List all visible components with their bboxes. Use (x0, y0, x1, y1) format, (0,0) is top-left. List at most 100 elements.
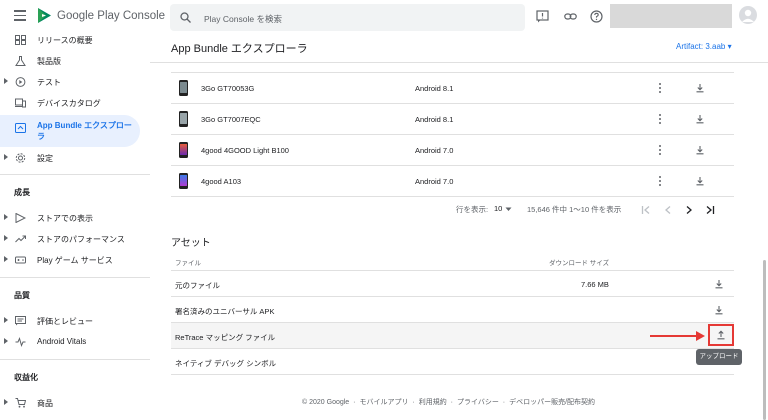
device-name: 4good A103 (201, 177, 242, 186)
table-row: 署名済みのユニバーサル APK (171, 297, 734, 323)
expand-caret-icon[interactable] (4, 78, 8, 84)
sidebar-item-ratings-reviews[interactable]: 評価とレビュー (0, 311, 140, 331)
section-title-growth: 成長 (14, 188, 30, 197)
artifact-selector[interactable]: Artifact: 3.aab ▾ (676, 42, 732, 51)
sidebar-item-settings[interactable]: 設定 (0, 148, 140, 168)
next-page-icon[interactable] (684, 205, 694, 215)
phone-image (179, 80, 188, 96)
device-name: 4good 4GOOD Light B100 (201, 146, 289, 155)
sidebar-item-label: デバイスカタログ (37, 99, 101, 108)
footer-separator: · (353, 399, 356, 406)
column-header-download-size: ダウンロード サイズ (549, 260, 610, 267)
asset-size: 7.66 MB (581, 280, 609, 289)
section-title-monetize: 収益化 (14, 373, 38, 382)
sidebar-item-label: 設定 (37, 154, 53, 163)
footer-separator: · (450, 399, 453, 406)
last-page-icon[interactable] (705, 205, 715, 215)
download-icon[interactable] (714, 305, 724, 315)
account-info-redacted (610, 4, 732, 28)
gear-icon (15, 153, 26, 163)
sidebar-item-testing[interactable]: テスト (0, 72, 140, 92)
download-icon[interactable] (695, 176, 705, 186)
phone-image (179, 173, 188, 189)
upload-button[interactable] (708, 324, 734, 346)
footer-link-dda[interactable]: デベロッパー販売/配布契約 (509, 399, 595, 406)
download-icon[interactable] (714, 279, 724, 289)
expand-caret-icon[interactable] (4, 338, 8, 344)
page-title: App Bundle エクスプローラ (171, 43, 308, 55)
rows-per-page-select[interactable]: 10 (494, 204, 502, 213)
download-icon[interactable] (695, 145, 705, 155)
sidebar-item-device-catalog[interactable]: デバイスカタログ (0, 93, 140, 113)
table-row: 4good A103 Android 7.0 (171, 166, 734, 197)
device-os: Android 8.1 (415, 84, 454, 93)
play-circle-icon (15, 77, 26, 87)
search-input[interactable]: Play Console を検索 (204, 13, 282, 25)
sidebar-item-app-bundle-explorer[interactable]: App Bundle エクスプローラ (0, 115, 140, 147)
footer-link-privacy[interactable]: プライバシー (457, 399, 499, 406)
sidebar-item-label: 商品 (37, 399, 53, 408)
expand-caret-icon[interactable] (4, 154, 8, 160)
help-icon[interactable] (590, 10, 603, 23)
search-icon (180, 12, 191, 23)
sidebar-item-store-presence[interactable]: ストアでの表示 (0, 208, 140, 228)
devices-icon (15, 98, 26, 108)
footer: © 2020 Google · モバイルアプリ · 利用規約 · プライバシー … (302, 397, 597, 407)
feedback-icon[interactable] (536, 10, 549, 23)
link-icon[interactable] (564, 10, 577, 23)
upload-tooltip: アップロード (696, 349, 742, 365)
sidebar-item-label: ストアでの表示 (37, 214, 93, 223)
menu-icon[interactable] (14, 10, 26, 21)
reviews-icon (15, 316, 26, 326)
more-vert-icon[interactable] (658, 114, 661, 125)
expand-caret-icon[interactable] (4, 256, 8, 262)
sidebar-item-label: リリースの概要 (37, 36, 93, 45)
table-row: ネイティブ デバッグ シンボル (171, 349, 734, 375)
sidebar-item-release-overview[interactable]: リリースの概要 (0, 30, 140, 50)
more-vert-icon[interactable] (658, 176, 661, 187)
sidebar-item-production[interactable]: 製品版 (0, 51, 140, 71)
first-page-icon[interactable] (641, 205, 651, 215)
copyright: © 2020 Google (302, 399, 350, 406)
column-header-file: ファイル (175, 260, 201, 267)
expand-caret-icon[interactable] (4, 235, 8, 241)
play-store-icon (15, 213, 26, 223)
footer-link-mobile-app[interactable]: モバイルアプリ (359, 399, 408, 406)
upload-icon (717, 330, 725, 340)
sidebar-divider (0, 359, 150, 360)
user-icon (742, 9, 754, 22)
expand-caret-icon[interactable] (4, 317, 8, 323)
search-bar[interactable]: Play Console を検索 (170, 4, 525, 31)
dropdown-arrow-icon[interactable] (505, 207, 512, 212)
grid-icon (15, 35, 26, 45)
more-vert-icon[interactable] (658, 83, 661, 94)
footer-link-terms[interactable]: 利用規約 (419, 399, 447, 406)
sidebar-item-label: テスト (37, 78, 61, 87)
cart-icon (15, 398, 26, 408)
sidebar-item-play-games-services[interactable]: Play ゲーム サービス (0, 250, 140, 270)
device-name: 3Go GT70053G (201, 84, 255, 93)
asset-name: 元のファイル (175, 281, 220, 290)
avatar[interactable] (739, 6, 757, 24)
brand-header: Google Play Console (0, 0, 165, 34)
sidebar-item-android-vitals[interactable]: Android Vitals (0, 332, 140, 352)
previous-page-icon[interactable] (663, 205, 673, 215)
gamepad-icon (15, 256, 26, 264)
download-icon[interactable] (695, 83, 705, 93)
asset-name: 署名済みのユニバーサル APK (175, 307, 275, 316)
sidebar-item-products[interactable]: 商品 (0, 393, 140, 413)
download-icon[interactable] (695, 114, 705, 124)
footer-separator: · (502, 399, 506, 406)
rows-per-page-label: 行を表示: (456, 205, 489, 214)
sidebar-item-store-performance[interactable]: ストアのパフォーマンス (0, 229, 140, 249)
table-row: 4good 4GOOD Light B100 Android 7.0 (171, 135, 734, 166)
expand-caret-icon[interactable] (4, 399, 8, 405)
scrollbar[interactable] (763, 260, 766, 420)
sidebar-item-label: 評価とレビュー (37, 317, 93, 326)
phone-image (179, 142, 188, 158)
asset-name: ReTrace マッピング ファイル (175, 333, 276, 342)
device-name: 3Go GT7007EQC (201, 115, 261, 124)
assets-table-header: ファイル ダウンロード サイズ (171, 255, 734, 271)
expand-caret-icon[interactable] (4, 214, 8, 220)
more-vert-icon[interactable] (658, 145, 661, 156)
